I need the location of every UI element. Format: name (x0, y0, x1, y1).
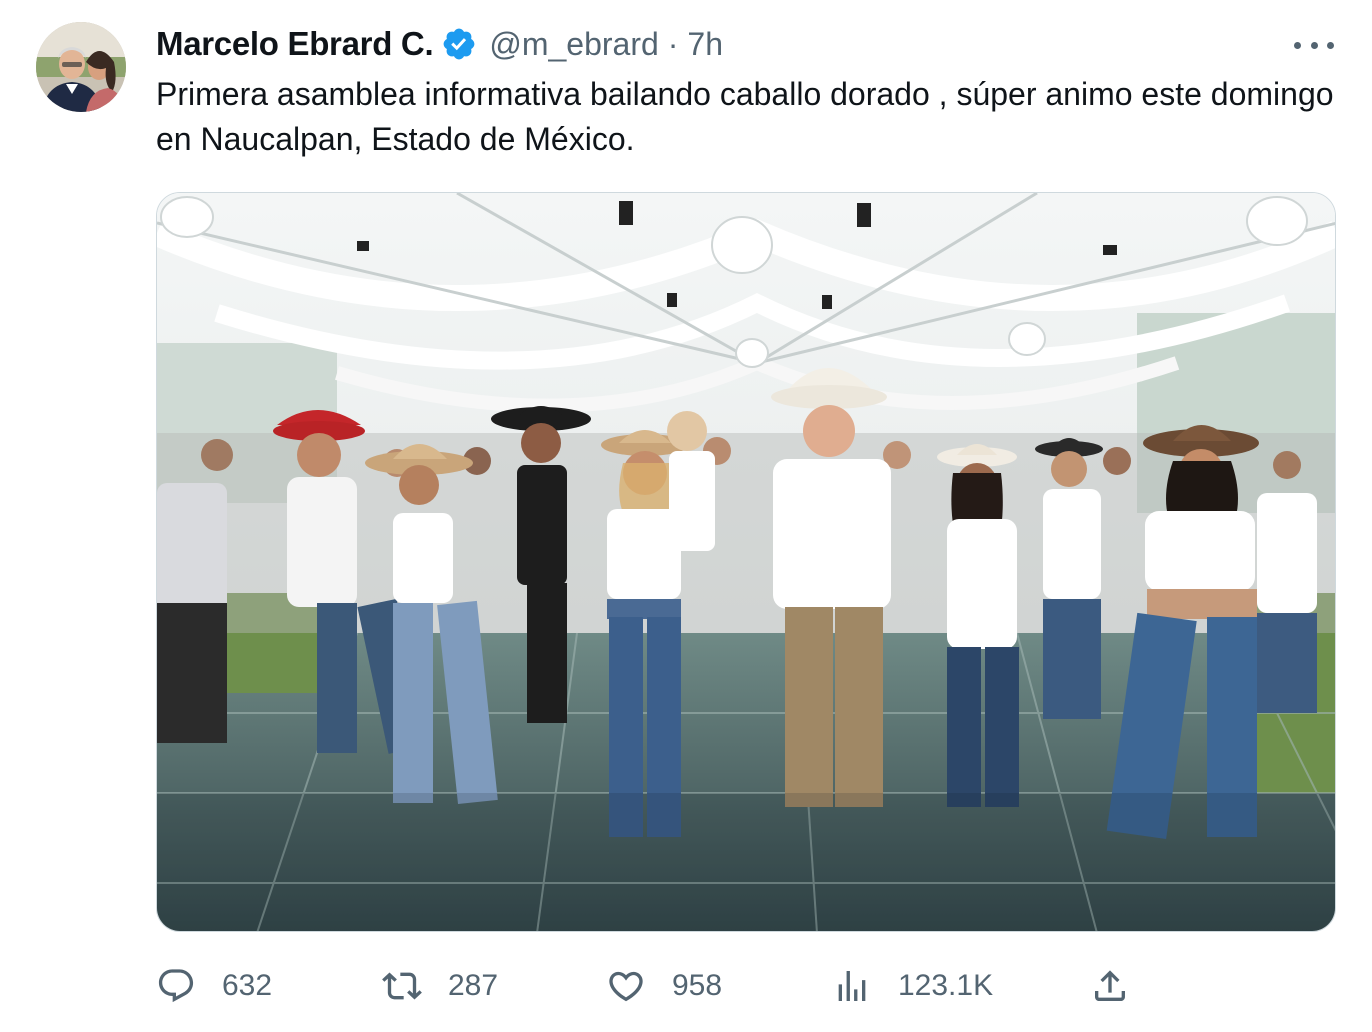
retweet-count: 287 (448, 969, 499, 1002)
views-icon (838, 971, 866, 1001)
timestamp[interactable]: 7h (687, 26, 723, 63)
reply-icon (158, 969, 194, 1003)
reply-button[interactable]: 632 (156, 962, 272, 1010)
more-dot (1294, 41, 1301, 49)
share-icon (1095, 970, 1125, 1001)
verified-badge-icon[interactable] (441, 26, 477, 62)
more-icon[interactable] (1294, 30, 1334, 60)
like-button[interactable]: 958 (606, 962, 722, 1010)
display-name[interactable]: Marcelo Ebrard C. (156, 25, 434, 63)
reply-count: 632 (222, 969, 273, 1002)
more-dot (1327, 41, 1334, 49)
heart-icon (609, 971, 643, 1002)
tweet[interactable]: Marcelo Ebrard C. @m_ebrard · 7h Primera… (0, 0, 1372, 1032)
views-button[interactable]: 123.1K (832, 962, 993, 1010)
avatar-photo (36, 22, 126, 112)
retweet-button[interactable]: 287 (382, 962, 498, 1010)
avatar[interactable] (36, 22, 126, 112)
tweet-text: Primera asamblea informativa bailando ca… (156, 76, 1334, 157)
tweet-actions: 632 287 958 123.1K (156, 962, 1336, 1010)
more-dot (1310, 41, 1318, 49)
tweet-header: Marcelo Ebrard C. @m_ebrard · 7h (156, 24, 723, 64)
handle[interactable]: @m_ebrard (489, 26, 658, 63)
retweet-icon (382, 972, 422, 1000)
like-count: 958 (672, 969, 723, 1002)
share-button[interactable] (1090, 962, 1130, 1010)
photo-dancers (157, 193, 1335, 931)
tweet-photo[interactable] (156, 192, 1336, 932)
separator-dot: · (667, 25, 679, 62)
views-count: 123.1K (898, 969, 994, 1002)
